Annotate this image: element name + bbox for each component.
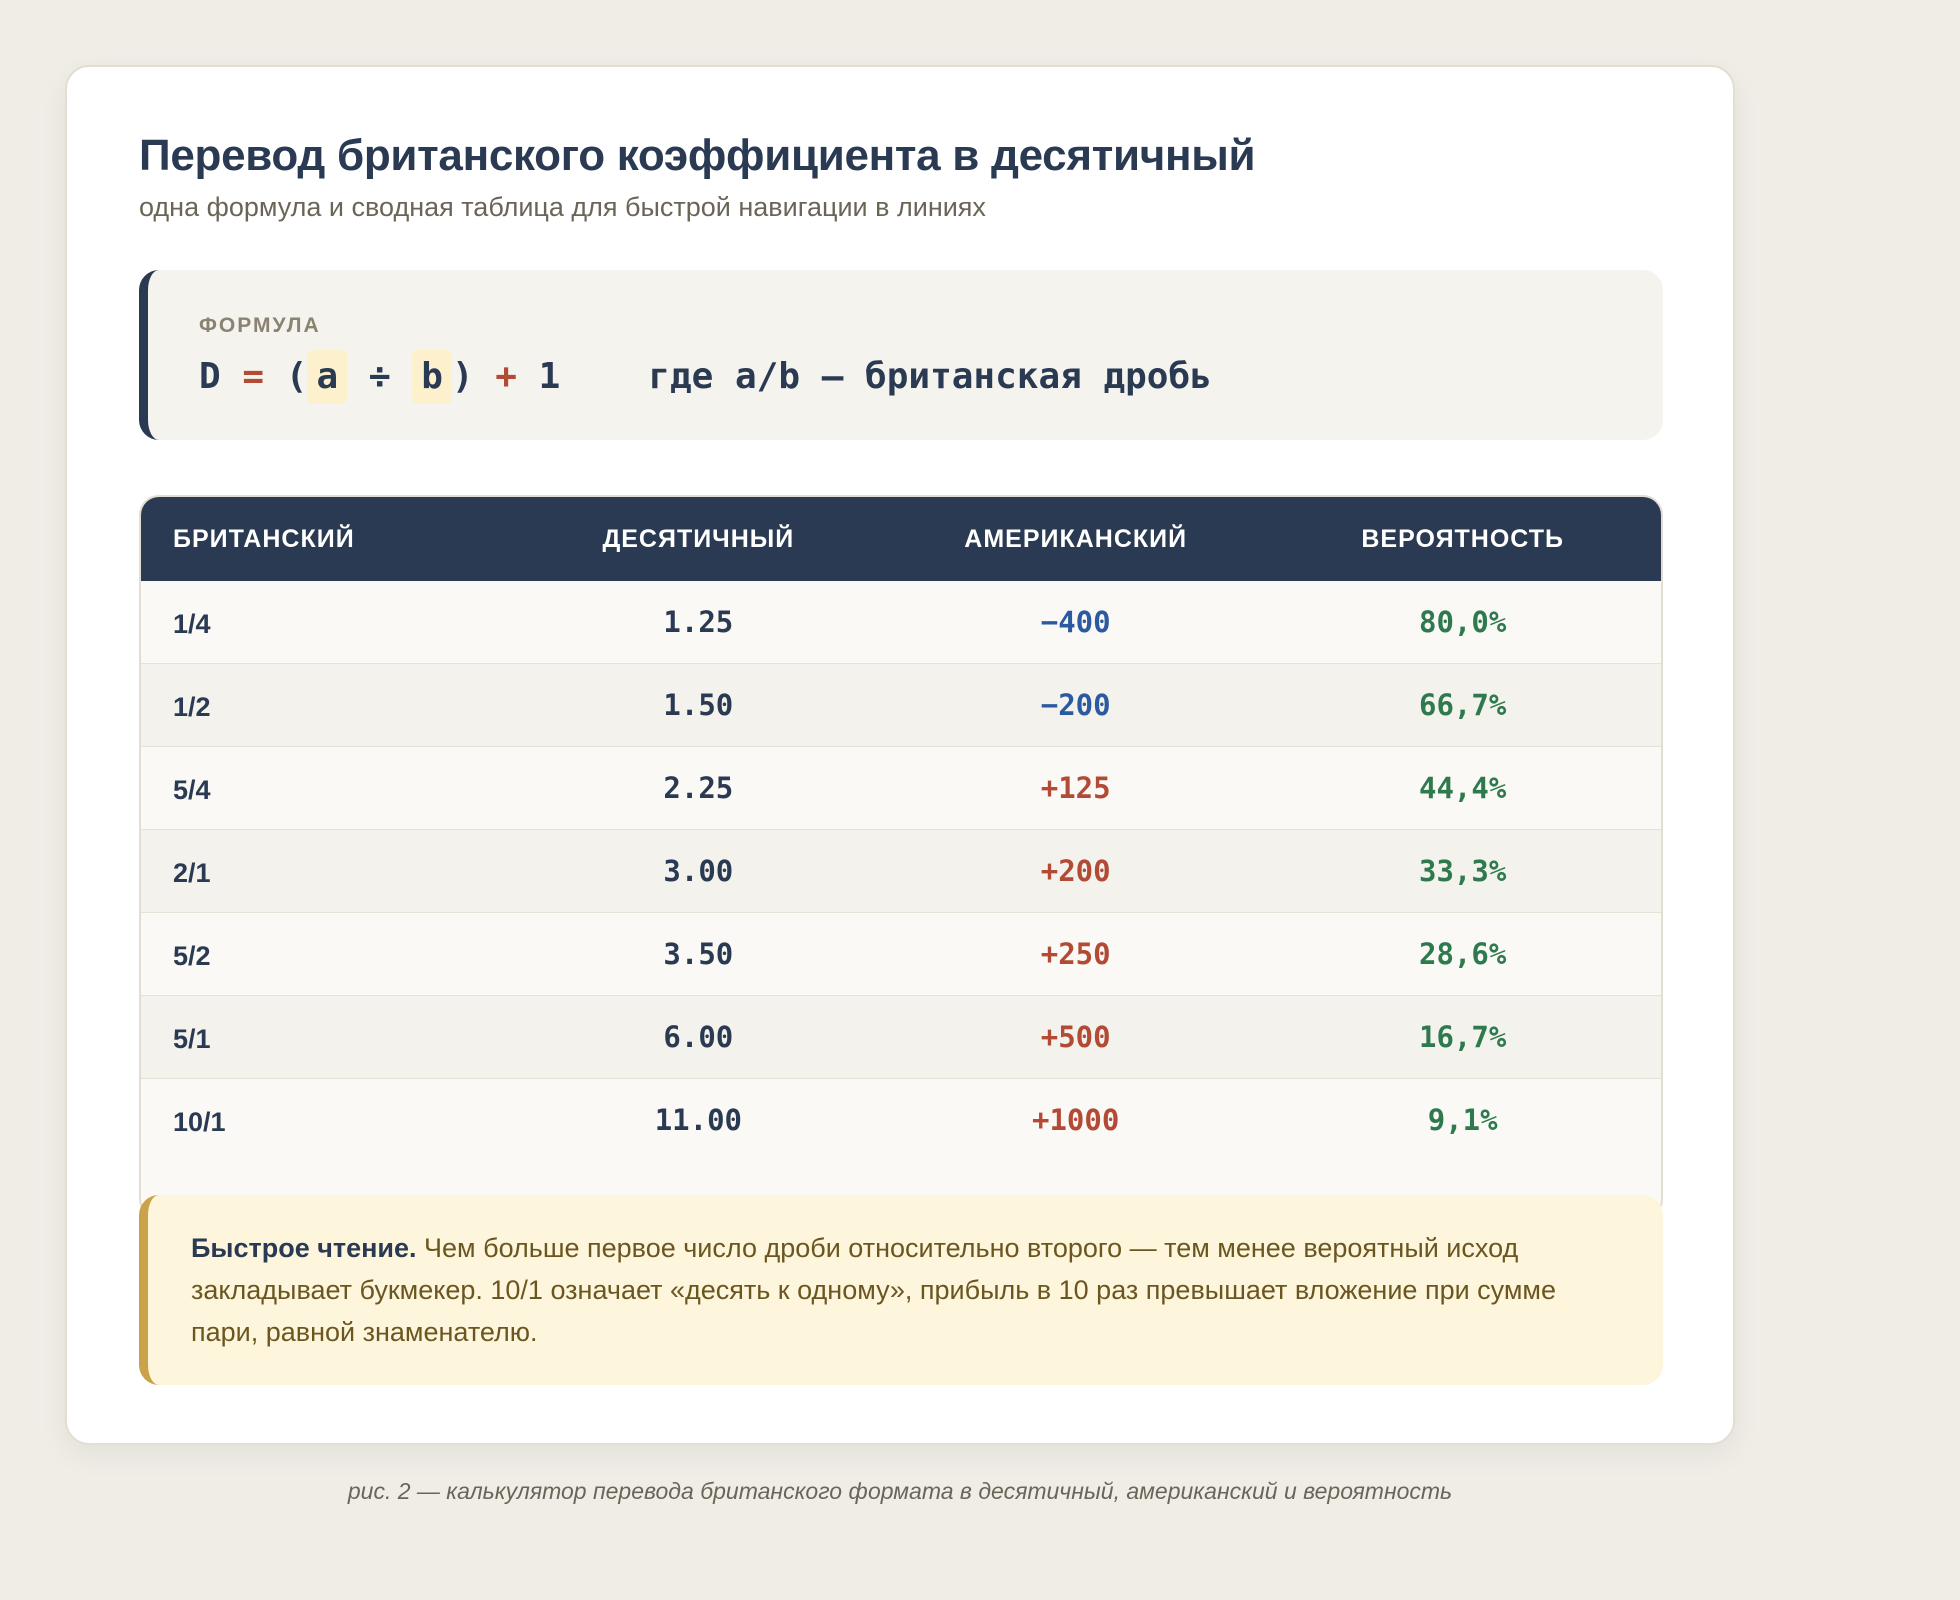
formula-plus: + — [495, 356, 517, 397]
table-row: 2/1 3.00 +200 33,3% — [141, 829, 1661, 912]
table-row: 1/4 1.25 −400 80,0% — [141, 581, 1661, 663]
cell-probability: 28,6% — [1419, 937, 1507, 971]
formula-one: 1 — [538, 356, 561, 397]
cell-decimal: 11.00 — [654, 1103, 742, 1137]
formula-panel: ФОРМУЛА D = (a ÷ b) + 1 где a/b — британс… — [139, 270, 1663, 440]
formula-equals: = — [242, 356, 265, 397]
cell-fractional: 1/2 — [173, 691, 211, 722]
page-subtitle: одна формула и сводная таблица для быстр… — [139, 192, 986, 222]
cell-american: +125 — [1040, 771, 1111, 805]
cell-fractional: 5/4 — [173, 774, 211, 805]
cell-decimal: 3.50 — [663, 937, 734, 971]
table-header: БРИТАНСКИЙ ДЕСЯТИЧНЫЙ АМЕРИКАНСКИЙ ВЕРОЯ… — [141, 497, 1661, 581]
cell-probability: 33,3% — [1419, 854, 1507, 888]
formula-open-paren: ( — [285, 356, 308, 397]
cell-decimal: 6.00 — [663, 1020, 734, 1054]
table-row: 10/1 11.00 +1000 9,1% — [141, 1078, 1661, 1161]
formula-expression: D = (a ÷ b) + 1 где a/b — британская дроб… — [199, 350, 1212, 404]
page-title: Перевод британского коэффициента в десят… — [139, 131, 1256, 180]
note-lead: Быстрое чтение. — [191, 1233, 417, 1263]
table-body: 1/4 1.25 −400 80,0% 1/2 1.50 −200 66,7% 5/4 2.25 +… — [141, 581, 1661, 1161]
formula-var-b: b — [412, 350, 452, 404]
cell-decimal: 1.50 — [663, 688, 734, 722]
figure-caption: рис. 2 — калькулятор перевода британског… — [347, 1478, 1453, 1504]
column-header-fractional: БРИТАНСКИЙ — [173, 524, 355, 553]
formula-divide: ÷ — [368, 356, 391, 397]
converter-card: Перевод британского коэффициента в десят… — [65, 65, 1735, 1445]
cell-fractional: 5/2 — [173, 940, 211, 971]
table-row: 1/2 1.50 −200 66,7% — [141, 663, 1661, 746]
cell-american: +500 — [1040, 1020, 1111, 1054]
formula-d: D — [199, 356, 221, 397]
column-header-american: АМЕРИКАНСКИЙ — [964, 524, 1188, 553]
column-header-probability: ВЕРОЯТНОСТЬ — [1361, 524, 1564, 553]
quick-read-note: Быстрое чтение. Чем больше первое число … — [139, 1195, 1663, 1385]
table-row: 5/1 6.00 +500 16,7% — [141, 995, 1661, 1078]
cell-american: +250 — [1040, 937, 1111, 971]
cell-probability: 66,7% — [1419, 688, 1507, 722]
cell-decimal: 2.25 — [663, 771, 734, 805]
cell-fractional: 1/4 — [173, 608, 211, 639]
cell-american: −200 — [1040, 688, 1111, 722]
cell-probability: 16,7% — [1419, 1020, 1507, 1054]
cell-american: +1000 — [1032, 1103, 1120, 1137]
table-row: 5/4 2.25 +125 44,4% — [141, 746, 1661, 829]
table-row: 5/2 3.50 +250 28,6% — [141, 912, 1661, 995]
cell-probability: 80,0% — [1419, 605, 1507, 639]
cell-fractional: 5/1 — [173, 1023, 211, 1054]
formula-label: ФОРМУЛА — [199, 314, 321, 337]
cell-american: −400 — [1040, 605, 1111, 639]
cell-probability: 44,4% — [1419, 771, 1507, 805]
cell-decimal: 1.25 — [663, 605, 734, 639]
cell-probability: 9,1% — [1427, 1103, 1498, 1137]
cell-fractional: 2/1 — [173, 857, 211, 888]
cell-decimal: 3.00 — [663, 854, 734, 888]
formula-close-paren: ) — [451, 356, 474, 397]
cell-fractional: 10/1 — [173, 1106, 226, 1137]
formula-explanation: где a/b — британская дробь — [648, 356, 1212, 397]
cell-american: +200 — [1040, 854, 1111, 888]
column-header-decimal: ДЕСЯТИЧНЫЙ — [602, 524, 795, 553]
formula-var-a: a — [307, 350, 348, 404]
odds-table: БРИТАНСКИЙ ДЕСЯТИЧНЫЙ АМЕРИКАНСКИЙ ВЕРОЯ… — [139, 495, 1663, 1219]
